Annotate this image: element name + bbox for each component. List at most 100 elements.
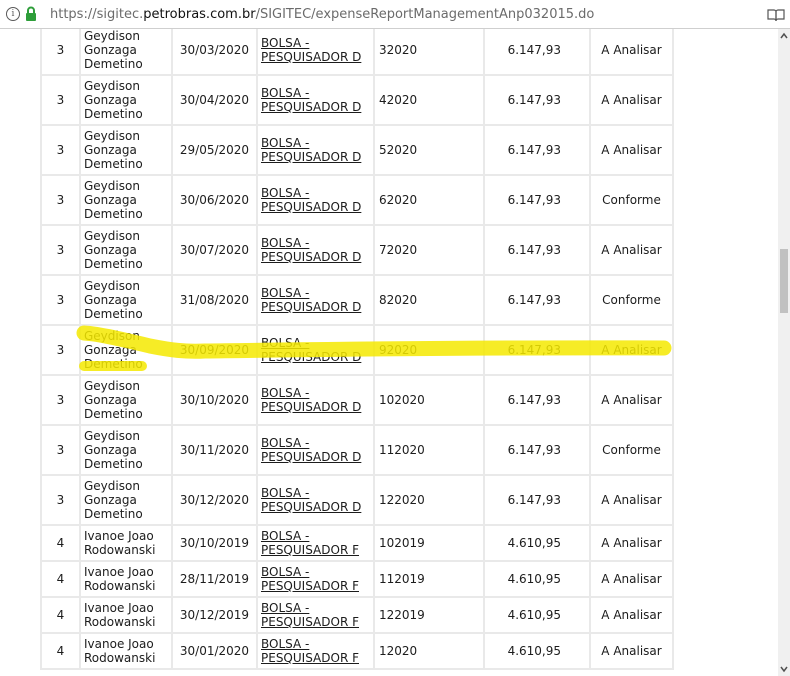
cell-id: 3 <box>40 326 81 376</box>
cell-reference: 112020 <box>375 426 485 476</box>
cell-date: 30/03/2020 <box>173 29 258 76</box>
cell-value: 6.147,93 <box>485 76 591 126</box>
url-domain: petrobras.com.br <box>143 7 256 22</box>
cell-status: Conforme <box>591 276 674 326</box>
cell-id: 3 <box>40 226 81 276</box>
cell-item-link[interactable]: BOLSA - PESQUISADOR D <box>258 476 375 526</box>
cell-name: Ivanoe Joao Rodowanski <box>81 526 173 562</box>
reader-view-icon[interactable] <box>767 8 785 22</box>
address-bar[interactable]: i https://sigitec.petrobras.com.br/SIGIT… <box>0 0 790 29</box>
table-row: 3 Geydison Gonzaga Demetino 30/06/2020 BOLSA … <box>40 176 674 226</box>
cell-date: 31/08/2020 <box>173 276 258 326</box>
cell-status: A Analisar <box>591 526 674 562</box>
cell-item-link[interactable]: BOLSA - PESQUISADOR D <box>258 226 375 276</box>
table-row: 3 Geydison Gonzaga Demetino 30/11/2020 BOLSA … <box>40 426 674 476</box>
cell-status: A Analisar <box>591 126 674 176</box>
cell-reference: 122019 <box>375 598 485 634</box>
cell-item-link[interactable]: BOLSA - PESQUISADOR F <box>258 526 375 562</box>
cell-value: 4.610,95 <box>485 634 591 670</box>
cell-item-link[interactable]: BOLSA - PESQUISADOR D <box>258 126 375 176</box>
cell-value: 6.147,93 <box>485 226 591 276</box>
cell-value: 6.147,93 <box>485 426 591 476</box>
cell-reference: 52020 <box>375 126 485 176</box>
cell-status: A Analisar <box>591 76 674 126</box>
cell-reference: 112019 <box>375 562 485 598</box>
table-row: 4 Ivanoe Joao Rodowanski 30/12/2019 BOLSA -P… <box>40 598 674 634</box>
cell-status: Conforme <box>591 426 674 476</box>
cell-item-link[interactable]: BOLSA - PESQUISADOR D <box>258 29 375 76</box>
cell-value: 4.610,95 <box>485 526 591 562</box>
cell-status: A Analisar <box>591 562 674 598</box>
cell-name: Geydison Gonzaga Demetino <box>81 326 173 376</box>
cell-date: 30/06/2020 <box>173 176 258 226</box>
cell-item-link[interactable]: BOLSA - PESQUISADOR D <box>258 426 375 476</box>
cell-status: A Analisar <box>591 326 674 376</box>
cell-status: A Analisar <box>591 226 674 276</box>
cell-status: A Analisar <box>591 634 674 670</box>
cell-value: 4.610,95 <box>485 598 591 634</box>
cell-value: 6.147,93 <box>485 176 591 226</box>
cell-reference: 92020 <box>375 326 485 376</box>
cell-item-link[interactable]: BOLSA - PESQUISADOR D <box>258 76 375 126</box>
table-row: 3 Geydison Gonzaga Demetino 31/08/2020 BOLSA … <box>40 276 674 326</box>
lock-icon <box>26 6 36 21</box>
cell-item-link[interactable]: BOLSA - PESQUISADOR F <box>258 634 375 670</box>
cell-id: 3 <box>40 476 81 526</box>
cell-id: 3 <box>40 176 81 226</box>
cell-reference: 82020 <box>375 276 485 326</box>
cell-value: 6.147,93 <box>485 476 591 526</box>
cell-reference: 12020 <box>375 634 485 670</box>
vertical-scrollbar[interactable] <box>778 29 790 676</box>
cell-id: 3 <box>40 126 81 176</box>
table-row: 3 Geydison Gonzaga Demetino 30/12/2020 BOLSA … <box>40 476 674 526</box>
cell-name: Ivanoe Joao Rodowanski <box>81 634 173 670</box>
cell-reference: 62020 <box>375 176 485 226</box>
cell-date: 30/01/2020 <box>173 634 258 670</box>
table-row: 4 Ivanoe Joao Rodowanski 30/10/2019 BOLSA -P… <box>40 526 674 562</box>
cell-date: 30/04/2020 <box>173 76 258 126</box>
cell-id: 3 <box>40 29 81 76</box>
cell-id: 4 <box>40 526 81 562</box>
url-path: /SIGITEC/expenseReportManagementAnp03201… <box>255 7 595 22</box>
cell-date: 30/09/2020 <box>173 326 258 376</box>
cell-status: A Analisar <box>591 29 674 76</box>
info-icon[interactable]: i <box>6 7 20 21</box>
cell-value: 6.147,93 <box>485 376 591 426</box>
cell-id: 3 <box>40 426 81 476</box>
cell-item-link[interactable]: BOLSA - PESQUISADOR D <box>258 376 375 426</box>
cell-item-link[interactable]: BOLSA - PESQUISADOR D <box>258 326 375 376</box>
cell-value: 6.147,93 <box>485 276 591 326</box>
cell-name: Geydison Gonzaga Demetino <box>81 76 173 126</box>
cell-date: 30/10/2019 <box>173 526 258 562</box>
cell-name: Geydison Gonzaga Demetino <box>81 126 173 176</box>
cell-value: 6.147,93 <box>485 326 591 376</box>
table-row: 3 Geydison Gonzaga Demetino 29/05/2020 BOLSA … <box>40 126 674 176</box>
scrollbar-thumb[interactable] <box>780 249 788 313</box>
cell-value: 6.147,93 <box>485 126 591 176</box>
scroll-down-arrow-icon[interactable] <box>778 664 790 674</box>
cell-status: A Analisar <box>591 476 674 526</box>
cell-name: Geydison Gonzaga Demetino <box>81 476 173 526</box>
cell-item-link[interactable]: BOLSA - PESQUISADOR F <box>258 562 375 598</box>
cell-date: 30/10/2020 <box>173 376 258 426</box>
cell-item-link[interactable]: BOLSA - PESQUISADOR D <box>258 276 375 326</box>
cell-id: 4 <box>40 634 81 670</box>
cell-name: Ivanoe Joao Rodowanski <box>81 598 173 634</box>
cell-item-link[interactable]: BOLSA - PESQUISADOR D <box>258 176 375 226</box>
cell-reference: 122020 <box>375 476 485 526</box>
cell-item-link[interactable]: BOLSA - PESQUISADOR F <box>258 598 375 634</box>
cell-date: 28/11/2019 <box>173 562 258 598</box>
scroll-up-arrow-icon[interactable] <box>778 31 790 41</box>
table-row: 3 Geydison Gonzaga Demetino 30/10/2020 BOLSA … <box>40 376 674 426</box>
cell-status: A Analisar <box>591 598 674 634</box>
cell-reference: 72020 <box>375 226 485 276</box>
cell-name: Geydison Gonzaga Demetino <box>81 426 173 476</box>
table-row: 4 Ivanoe Joao Rodowanski 28/11/2019 BOLSA -P… <box>40 562 674 598</box>
expense-report-table: 3 Geydison Gonzaga Demetino 30/03/2020 BOLSA … <box>40 29 674 670</box>
cell-reference: 42020 <box>375 76 485 126</box>
url-text[interactable]: https://sigitec.petrobras.com.br/SIGITEC… <box>50 7 594 22</box>
cell-date: 30/07/2020 <box>173 226 258 276</box>
cell-id: 4 <box>40 598 81 634</box>
cell-id: 3 <box>40 276 81 326</box>
cell-name: Geydison Gonzaga Demetino <box>81 176 173 226</box>
